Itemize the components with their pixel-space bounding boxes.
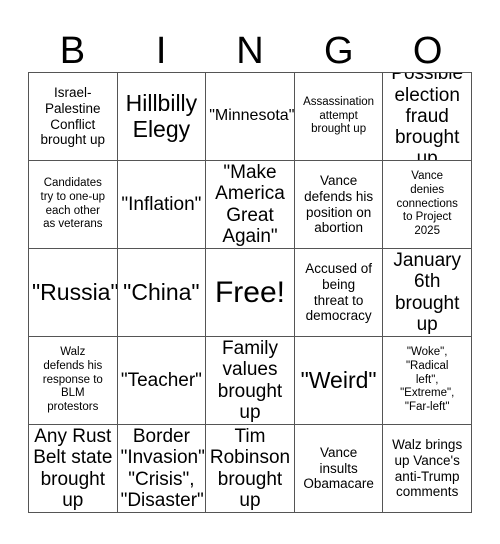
bingo-header-letter-n: N bbox=[236, 30, 264, 72]
bingo-cell[interactable]: "Teacher" bbox=[117, 337, 207, 425]
bingo-header-row: B I N G O bbox=[28, 14, 472, 72]
bingo-cell[interactable]: Walz brings up Vance's anti-Trump commen… bbox=[383, 425, 472, 513]
bingo-cell-text: "Weird" bbox=[300, 366, 377, 393]
bingo-cell[interactable]: "Russia" bbox=[29, 249, 118, 337]
bingo-header-letter-o: O bbox=[412, 30, 443, 72]
bingo-cell[interactable]: Border "Invasion", "Crisis", "Disaster" bbox=[117, 425, 207, 513]
bingo-cell[interactable]: Hillbilly Elegy bbox=[117, 73, 207, 161]
bingo-cell-text: Any Rust Belt state brought up bbox=[33, 425, 113, 511]
bingo-cell-text: Family values brought up bbox=[217, 337, 283, 423]
bingo-cell[interactable]: January 6th brought up bbox=[383, 249, 472, 337]
bingo-header-letter-b: B bbox=[59, 30, 86, 72]
bingo-cell[interactable]: Vance denies connections to Project 2025 bbox=[383, 161, 472, 249]
bingo-header-letter-i: I bbox=[155, 30, 167, 72]
bingo-cell[interactable]: "China" bbox=[117, 249, 207, 337]
bingo-cell[interactable]: "Make America Great Again" bbox=[206, 161, 295, 249]
bingo-cell-text: "Russia" bbox=[32, 278, 118, 305]
bingo-cell-text: Free! bbox=[214, 275, 285, 309]
bingo-cell-text: Walz brings up Vance's anti-Trump commen… bbox=[392, 436, 463, 500]
bingo-cell-text: Candidates try to one-up each other as v… bbox=[40, 176, 106, 231]
bingo-cell[interactable]: Possible election fraud brought up bbox=[383, 73, 472, 161]
bingo-cell-text: January 6th brought up bbox=[393, 249, 461, 335]
bingo-cell[interactable]: "Inflation" bbox=[117, 161, 207, 249]
bingo-cell[interactable]: Vance insults Obamacare bbox=[294, 425, 384, 513]
bingo-cell-free[interactable]: Free! bbox=[206, 249, 295, 337]
bingo-cell-text: Israel- Palestine Conflict brought up bbox=[40, 84, 106, 148]
bingo-cell-text: Vance defends his position on abortion bbox=[304, 172, 374, 236]
bingo-cell-text: Vance insults Obamacare bbox=[303, 444, 374, 492]
bingo-cell[interactable]: Vance defends his position on abortion bbox=[294, 161, 384, 249]
bingo-card: B I N G O Israel- Palestine Conflict bro… bbox=[28, 14, 472, 513]
bingo-cell-text: "Teacher" bbox=[120, 369, 202, 391]
bingo-cell[interactable]: Assassination attempt brought up bbox=[294, 73, 384, 161]
bingo-grid: Israel- Palestine Conflict brought up Hi… bbox=[28, 72, 472, 513]
bingo-cell[interactable]: Family values brought up bbox=[206, 337, 295, 425]
bingo-cell-text: Walz defends his response to BLM protest… bbox=[42, 346, 103, 414]
bingo-cell[interactable]: Any Rust Belt state brought up bbox=[29, 425, 118, 513]
bingo-cell-text: "Make America Great Again" bbox=[215, 161, 285, 247]
bingo-cell[interactable]: "Minnesota" bbox=[206, 73, 295, 161]
bingo-cell[interactable]: Accused of being threat to democracy bbox=[294, 249, 384, 337]
bingo-cell-text: "Inflation" bbox=[121, 193, 202, 215]
bingo-cell-text: Hillbilly Elegy bbox=[125, 90, 198, 142]
bingo-cell-text: "Woke", "Radical left", "Extreme", "Far-… bbox=[400, 346, 455, 414]
bingo-cell-text: Border "Invasion", "Crisis", "Disaster" bbox=[120, 425, 207, 511]
bingo-cell[interactable]: "Weird" bbox=[294, 337, 384, 425]
bingo-cell[interactable]: Walz defends his response to BLM protest… bbox=[29, 337, 118, 425]
bingo-header-letter-g: G bbox=[324, 30, 354, 72]
bingo-cell-text: Assassination attempt brought up bbox=[303, 95, 375, 136]
bingo-cell[interactable]: "Woke", "Radical left", "Extreme", "Far-… bbox=[383, 337, 472, 425]
bingo-cell[interactable]: Tim Robinson brought up bbox=[206, 425, 295, 513]
bingo-cell-text: "Minnesota" bbox=[209, 107, 295, 125]
bingo-cell-text: Accused of being threat to democracy bbox=[305, 260, 372, 324]
bingo-cell[interactable]: Candidates try to one-up each other as v… bbox=[29, 161, 118, 249]
bingo-cell[interactable]: Israel- Palestine Conflict brought up bbox=[29, 73, 118, 161]
bingo-cell-text: Possible election fraud brought up bbox=[391, 73, 464, 161]
bingo-cell-text: Vance denies connections to Project 2025 bbox=[396, 170, 458, 238]
bingo-cell-text: Tim Robinson brought up bbox=[209, 425, 291, 511]
bingo-cell-text: "China" bbox=[123, 278, 200, 305]
